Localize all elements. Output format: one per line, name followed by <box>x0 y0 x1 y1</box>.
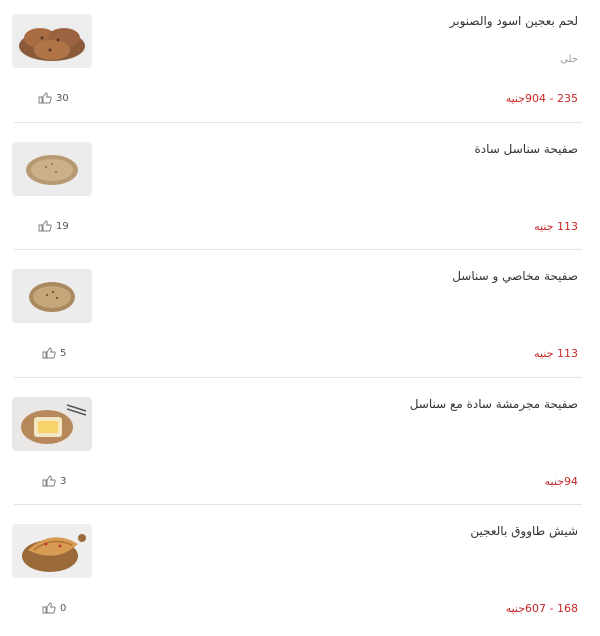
menu-item[interactable]: صفيحة سناسل سادة 113 جنيه 19 <box>12 142 582 254</box>
likes-counter[interactable]: 30 <box>38 92 69 104</box>
thumbs-up-icon <box>42 347 58 359</box>
menu-item[interactable]: صفيحة مخاصي و سناسل 113 جنيه 5 <box>12 269 582 381</box>
likes-count: 5 <box>60 347 67 359</box>
item-title: شيش طاووق بالعجين <box>470 524 578 538</box>
item-price: 113 جنيه <box>534 347 578 360</box>
item-title: صفيحة سناسل سادة <box>474 142 578 156</box>
thumbs-up-icon <box>38 92 54 104</box>
item-title: صفيحة مخاصي و سناسل <box>452 269 578 283</box>
likes-count: 19 <box>56 220 69 232</box>
item-subtitle: حلى <box>560 54 578 65</box>
menu-item[interactable]: صفيحة مجرمشة سادة مع سناسل 94جنيه 3 <box>12 397 582 509</box>
item-title: صفيحة مجرمشة سادة مع سناسل <box>409 397 578 411</box>
divider <box>14 504 582 505</box>
item-price: 168 - 607جنيه <box>505 602 578 615</box>
divider <box>14 249 582 250</box>
likes-counter[interactable]: 3 <box>42 475 66 487</box>
menu-item[interactable]: شيش طاووق بالعجين 168 - 607جنيه 0 <box>12 524 582 636</box>
item-price: 235 - 904جنيه <box>505 92 578 105</box>
item-photo[interactable] <box>12 14 92 68</box>
item-photo[interactable] <box>12 397 92 451</box>
likes-counter[interactable]: 5 <box>42 347 66 359</box>
item-photo[interactable] <box>12 142 92 196</box>
likes-count: 0 <box>60 602 67 614</box>
item-title: لحم بعجين اسود والصنوبر <box>449 14 578 28</box>
likes-count: 30 <box>56 92 69 104</box>
divider <box>14 122 582 123</box>
menu-item[interactable]: لحم بعجين اسود والصنوبر حلى 235 - 904جني… <box>12 14 582 126</box>
likes-counter[interactable]: 0 <box>42 602 66 614</box>
thumbs-up-icon <box>42 475 58 487</box>
item-photo[interactable] <box>12 524 92 578</box>
likes-counter[interactable]: 19 <box>38 220 69 232</box>
likes-count: 3 <box>60 475 67 487</box>
menu-list: لحم بعجين اسود والصنوبر حلى 235 - 904جني… <box>0 0 600 624</box>
thumbs-up-icon <box>38 220 54 232</box>
item-price: 113 جنيه <box>534 220 578 233</box>
thumbs-up-icon <box>42 602 58 614</box>
item-photo[interactable] <box>12 269 92 323</box>
item-price: 94جنيه <box>544 475 578 488</box>
divider <box>14 377 582 378</box>
